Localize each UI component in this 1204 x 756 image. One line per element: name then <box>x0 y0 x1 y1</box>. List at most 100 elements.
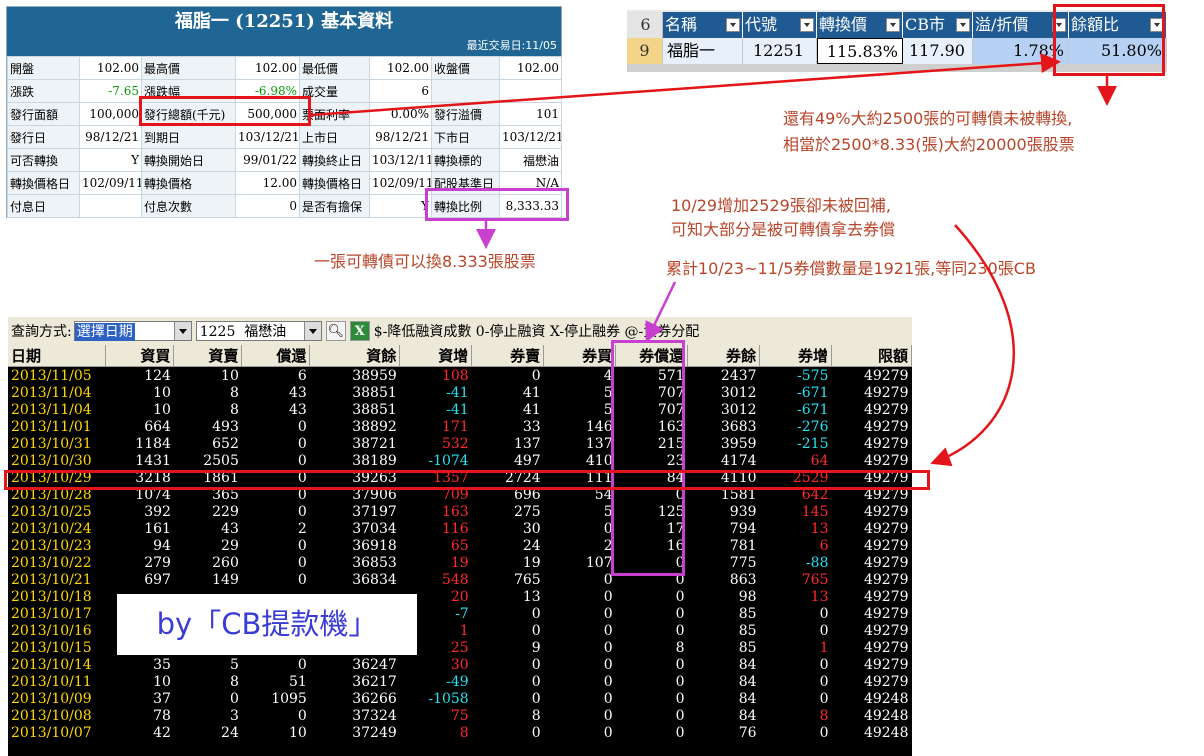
info-label: 票面利率 <box>299 102 370 126</box>
value-cell: -575 <box>797 367 829 384</box>
column-header[interactable]: 券買 <box>543 345 617 367</box>
margin-data-table: 日期 資買 資賣 償還 資餘 資增 券賣 券買 券償還 券餘 券增 限額 2013/11/05 124 1… <box>8 345 912 741</box>
value-cell: 1095 <box>271 690 307 707</box>
table-row[interactable]: 2013/10/30 1431 2505 0 38189 -1074 497 410 23 417… <box>8 452 912 469</box>
stock-select[interactable]: 1225 福懋油 <box>195 321 322 341</box>
table-row[interactable]: 2013/10/24 161 43 2 37034 116 30 0 17 794 13 49279 <box>8 520 912 537</box>
info-value: 99/01/22 <box>235 148 300 172</box>
table-row[interactable]: 2013/11/04 10 8 43 38851 -41 41 5 707 3012 -671 492… <box>8 384 912 401</box>
table-row[interactable]: 2013/10/14 35 5 0 36247 30 0 0 0 84 0 49279 <box>8 656 912 673</box>
query-mode-select[interactable]: 選擇日期 <box>73 321 192 341</box>
value-cell: 38851 <box>352 384 397 401</box>
column-header[interactable]: 限額 <box>831 345 912 367</box>
value-cell: 5 <box>603 401 613 418</box>
table-row[interactable]: 2013/10/28 1074 365 0 37906 709 696 54 0 1581 642 4… <box>8 486 912 503</box>
value-cell: 0 <box>675 690 685 707</box>
value-cell: 49248 <box>863 707 909 724</box>
value-cell: 3218 <box>135 469 171 486</box>
chevron-down-icon[interactable] <box>173 322 191 340</box>
excel-cell-premium[interactable]: 1.78% <box>973 38 1069 64</box>
value-cell: 765 <box>801 571 829 588</box>
filter-dropdown-icon[interactable] <box>1052 18 1066 32</box>
table-row[interactable]: 2013/10/25 392 229 0 37197 163 275 5 125 939 145 49… <box>8 503 912 520</box>
column-header[interactable]: 資增 <box>399 345 473 367</box>
info-value <box>499 79 562 103</box>
value-cell: 1184 <box>135 435 171 452</box>
info-table: 開盤 102.00 最高價 102.00 最低價 102.00 收盤價 102.00 漲跌 -7.… <box>7 56 562 218</box>
excel-header-cb-price[interactable]: CB市 <box>903 12 973 38</box>
value-cell: 8 <box>531 707 541 724</box>
column-header[interactable]: 券餘 <box>687 345 761 367</box>
date-cell: 2013/10/21 <box>11 571 92 588</box>
value-cell: 8 <box>819 707 829 724</box>
value-cell: 37324 <box>352 707 397 724</box>
value-cell: 30 <box>522 520 541 537</box>
value-cell: 146 <box>585 418 613 435</box>
value-cell: 0 <box>531 605 541 622</box>
value-cell: -1074 <box>428 452 469 469</box>
value-cell: 43 <box>289 401 307 418</box>
excel-header-premium[interactable]: 溢/折價 <box>973 12 1069 38</box>
query-mode-label: 查詢方式: <box>11 324 72 340</box>
info-row: 轉換價格日 102/09/11 轉換價格 12.00 轉換價格日 102/09/11 配股基… <box>7 171 562 195</box>
table-row[interactable]: 2013/10/21 697 149 0 36834 548 765 0 0 863 765 4927… <box>8 571 912 588</box>
excel-header-name[interactable]: 名稱 <box>663 12 743 38</box>
value-cell: 697 <box>144 571 171 588</box>
table-row[interactable]: 2013/10/29 3218 1861 0 39263 1357 2724 111 84 411… <box>8 469 912 486</box>
excel-cell-conv-price[interactable]: 115.83% <box>817 38 903 64</box>
search-icon[interactable]: 🔍︎ <box>325 321 346 341</box>
table-row[interactable]: 2013/10/07 42 24 10 37249 8 0 0 0 76 0 49248 <box>8 724 912 741</box>
value-cell: 43 <box>289 384 307 401</box>
value-cell: 41 <box>522 384 541 401</box>
value-cell: 548 <box>441 571 469 588</box>
excel-export-icon[interactable]: X <box>349 321 370 341</box>
info-label: 最高價 <box>141 56 236 80</box>
excel-header-conv-price[interactable]: 轉換價 <box>817 12 903 38</box>
excel-data-row[interactable]: 9 福脂一 12251 115.83% 117.90 1.78% 51.80% <box>627 38 1167 64</box>
table-row[interactable]: 2013/10/09 37 0 1095 36266 -1058 0 0 0 84 0 49248 <box>8 690 912 707</box>
chevron-down-icon[interactable] <box>303 322 321 340</box>
value-cell: 33 <box>522 418 541 435</box>
table-row[interactable]: 2013/10/08 78 3 0 37324 75 8 0 0 84 8 49248 <box>8 707 912 724</box>
filter-dropdown-icon[interactable] <box>1150 18 1164 32</box>
column-header[interactable]: 券增 <box>759 345 832 367</box>
excel-cell-balance-ratio[interactable]: 51.80% <box>1069 38 1167 64</box>
value-cell: 137 <box>585 435 613 452</box>
value-cell: 8 <box>229 401 239 418</box>
table-row[interactable]: 2013/10/31 1184 652 0 38721 532 137 137 215 3959 -… <box>8 435 912 452</box>
column-header[interactable]: 償還 <box>241 345 311 367</box>
value-cell: 6 <box>297 367 307 384</box>
value-cell: 37197 <box>352 503 397 520</box>
column-header[interactable]: 日期 <box>8 345 107 367</box>
filter-dropdown-icon[interactable] <box>956 18 970 32</box>
filter-dropdown-icon[interactable] <box>726 18 740 32</box>
excel-header-code[interactable]: 代號 <box>743 12 817 38</box>
table-row[interactable]: 2013/10/22 279 260 0 36853 19 19 107 0 775 -88 4927… <box>8 554 912 571</box>
excel-cell-code[interactable]: 12251 <box>743 38 817 64</box>
info-label: 成交量 <box>299 79 370 103</box>
table-row[interactable]: 2013/10/11 10 8 51 36217 -49 0 0 0 84 0 49279 <box>8 673 912 690</box>
column-header[interactable]: 資賣 <box>173 345 243 367</box>
excel-cell-name[interactable]: 福脂一 <box>663 38 743 64</box>
value-cell: 30 <box>450 656 469 673</box>
column-header[interactable]: 券償還 <box>615 345 689 367</box>
table-row[interactable]: 2013/10/23 94 29 0 36918 65 24 2 16 781 6 49279 <box>8 537 912 554</box>
excel-header-balance-ratio[interactable]: 餘額比 <box>1069 12 1167 38</box>
value-cell: 709 <box>441 486 469 503</box>
table-row[interactable]: 2013/11/05 124 10 6 38959 108 0 4 571 2437 -575 492… <box>8 367 912 385</box>
filter-dropdown-icon[interactable] <box>800 18 814 32</box>
date-cell: 2013/10/14 <box>11 656 92 673</box>
table-row[interactable]: 2013/11/04 10 8 43 38851 -41 41 5 707 3012 -671 492… <box>8 401 912 418</box>
value-cell: 49279 <box>863 673 909 690</box>
filter-dropdown-icon[interactable] <box>886 18 900 32</box>
column-header[interactable]: 券賣 <box>471 345 545 367</box>
column-header[interactable]: 資買 <box>105 345 175 367</box>
table-row[interactable]: 2013/11/01 664 493 0 38892 171 33 146 163 3683 -27… <box>8 418 912 435</box>
excel-next-row-partial <box>627 64 1167 72</box>
column-header[interactable]: 資餘 <box>309 345 401 367</box>
value-cell: 49279 <box>863 520 909 537</box>
info-value: 103/12/21 <box>499 125 562 149</box>
value-cell: 1431 <box>135 452 171 469</box>
excel-cell-cb-price[interactable]: 117.90 <box>903 38 973 64</box>
value-cell: 863 <box>729 571 757 588</box>
